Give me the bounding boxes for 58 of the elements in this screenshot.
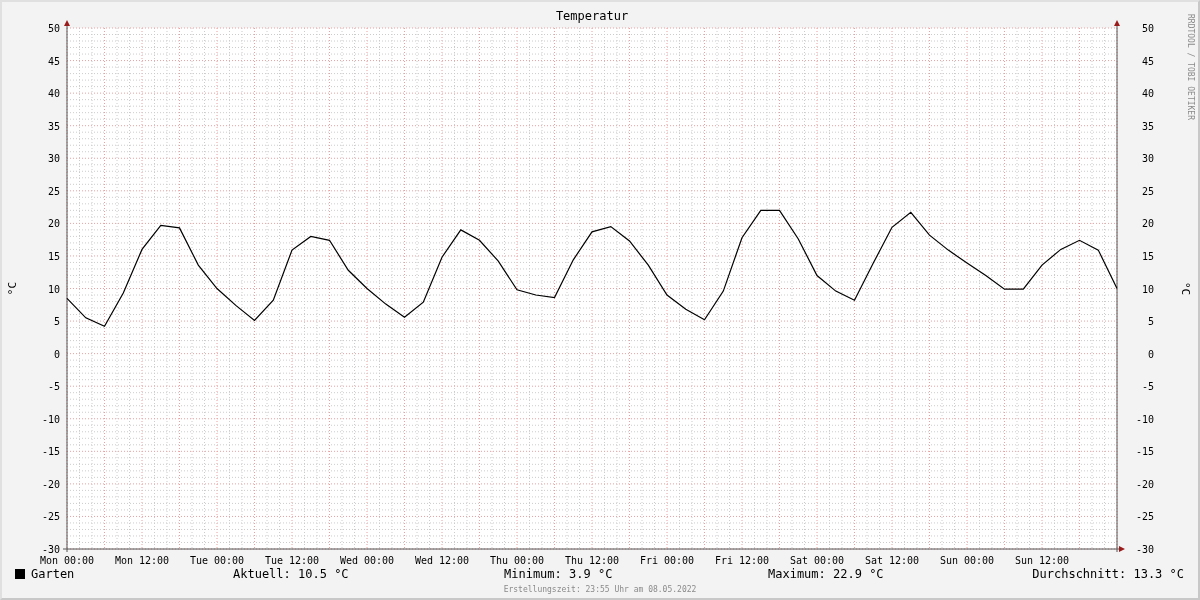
credit-text: RRDTOOL / TOBI OETIKER [1186,14,1195,120]
tick-label: 30 [1141,153,1154,165]
tick-label: Thu 00:00 [489,555,545,564]
tick-label: Sun 00:00 [939,555,995,564]
current-value: Aktuell: 10.5 °C [233,567,349,581]
tick-label: 5 [1147,316,1154,328]
tick-label: Sun 12:00 [1014,555,1070,564]
tick-label: Tue 00:00 [189,555,245,564]
tick-label: 45 [1141,55,1154,67]
tick-label: -30 [1135,544,1154,555]
tick-label: Sat 12:00 [864,555,920,564]
tick-label: 50 [47,23,60,34]
tick-label: -15 [41,446,60,458]
tick-label: Tue 12:00 [264,555,320,564]
tick-label: 5 [53,316,60,328]
tick-label: 15 [47,250,60,262]
tick-label: -25 [1135,511,1154,523]
tick-label: -30 [41,544,60,555]
tick-label: -10 [41,413,60,425]
tick-label: 0 [1147,348,1154,360]
legend-label: Garten [31,567,75,581]
tick-label: -25 [41,511,60,523]
tick-label: 35 [47,120,60,132]
chart-title: Temperatur [555,9,629,23]
tick-label: 45 [47,55,60,67]
tick-label: 35 [1141,120,1154,132]
tick-label: -20 [41,478,60,490]
tick-label: Wed 12:00 [414,555,470,564]
tick-label: 50 [1141,23,1154,34]
tick-label: 10 [1141,283,1154,295]
tick-label: 40 [1141,88,1154,100]
tick-label: 30 [47,153,60,165]
tick-label: -5 [1141,381,1154,393]
tick-label: -5 [47,381,60,393]
tick-label: Fri 12:00 [714,555,770,564]
tick-label: 40 [47,88,60,100]
tick-label: Wed 00:00 [339,555,395,564]
axis-title: °C [6,281,19,296]
tick-label: 20 [1141,218,1154,230]
tick-label: 25 [1141,185,1154,197]
tick-label: -20 [1135,478,1154,490]
maximum-value: Maximum: 22.9 °C [768,567,884,581]
tick-label: 10 [47,283,60,295]
tick-label: 15 [1141,250,1154,262]
tick-label: 20 [47,218,60,230]
tick-label: Mon 12:00 [114,555,170,564]
axis-title: °C [1179,281,1192,296]
minimum-value: Minimum: 3.9 °C [504,567,613,581]
tick-label: 0 [53,348,60,360]
creation-time: Erstellungszeit: 23:55 Uhr am 08.05.2022 [503,585,697,594]
tick-label: Sat 00:00 [789,555,845,564]
tick-label: Mon 00:00 [39,555,95,564]
tick-label: Fri 00:00 [639,555,695,564]
tick-label: -10 [1135,413,1154,425]
tick-label: Thu 12:00 [564,555,620,564]
tick-label: 25 [47,185,60,197]
average-value: Durchschnitt: 13.3 °C [1032,567,1184,581]
tick-label: -15 [1135,446,1154,458]
